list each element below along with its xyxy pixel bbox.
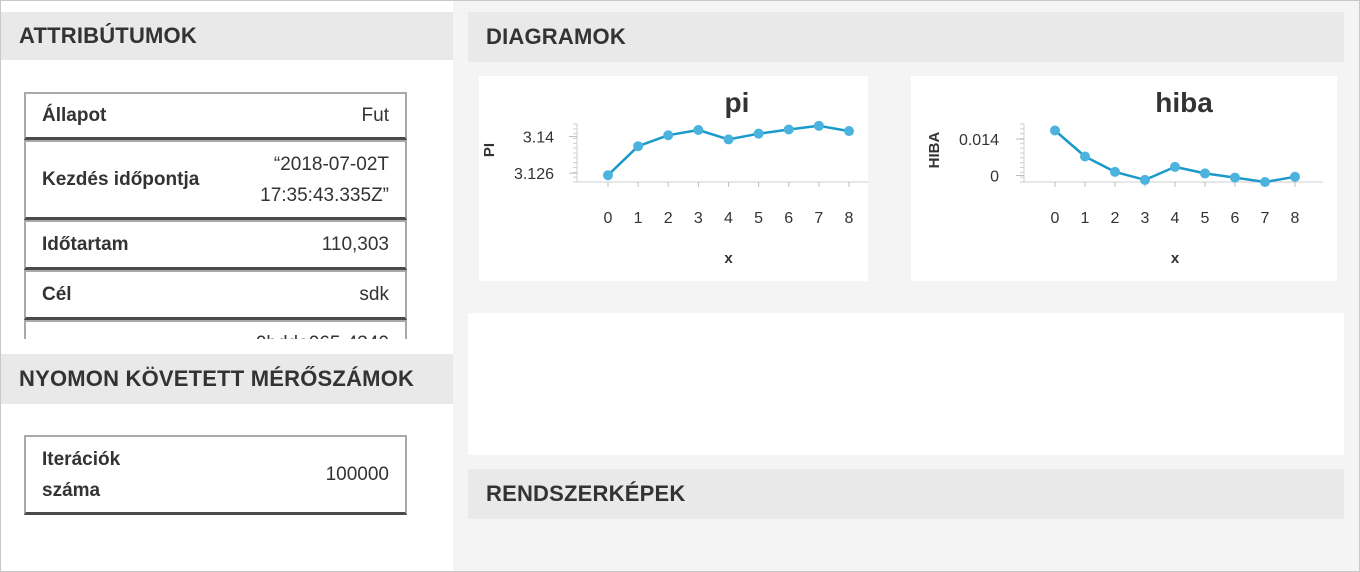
data-point — [1140, 174, 1150, 185]
attribute-value-line: “2018-07-02T — [273, 153, 389, 175]
attribute-key: Állapot — [42, 104, 107, 126]
attribute-value: Fut — [361, 105, 389, 126]
x-tick-label: 4 — [1171, 210, 1180, 227]
data-point — [1050, 125, 1060, 136]
metric-value: 100000 — [325, 464, 389, 485]
data-point — [663, 130, 674, 141]
data-point — [1080, 151, 1090, 162]
x-axis-title: x — [1171, 250, 1180, 267]
y-axis-title: HIBA — [926, 132, 943, 169]
x-tick-label: 5 — [754, 210, 763, 227]
x-tick-label: 6 — [784, 210, 793, 227]
data-point — [1170, 161, 1180, 172]
metric-row-iterations: Iterációk száma 100000 — [24, 435, 407, 515]
data-point — [753, 128, 764, 139]
metric-key: Iterációk száma — [42, 444, 120, 506]
attribute-key: Cél — [42, 283, 72, 305]
right-column: DIAGRAMOK pi 3.126 3.14 PI 0 1 2 3 4 5 6 7 8 x hiba 0 0… — [453, 1, 1359, 571]
attribute-row-duration: Időtartam 110,303 — [24, 220, 407, 270]
chart-pi: pi 3.126 3.14 PI 0 1 2 3 4 5 6 7 8 x — [481, 87, 868, 267]
attribute-key: Időtartam — [42, 233, 129, 255]
data-point — [1260, 177, 1270, 187]
chart-hiba: hiba 0 0.014 HIBA 0 1 2 3 4 5 6 7 8 x — [926, 87, 1323, 267]
attributes-title: ATTRIBÚTUMOK — [19, 23, 197, 48]
data-point — [783, 124, 794, 135]
chart-title: hiba — [1155, 87, 1213, 118]
series-line — [1054, 129, 1296, 184]
x-tick-label: 4 — [724, 210, 733, 227]
attribute-row-status: Állapot Fut — [24, 92, 407, 140]
x-tick-label: 2 — [1111, 210, 1120, 227]
diagrams-header: DIAGRAMOK — [468, 12, 1344, 62]
x-tick-label: 6 — [1231, 210, 1240, 227]
diagrams-title: DIAGRAMOK — [486, 24, 626, 49]
data-point — [723, 134, 734, 145]
empty-panel — [468, 313, 1344, 455]
x-tick-label: 3 — [694, 210, 703, 227]
x-tick-label: 5 — [1201, 210, 1210, 227]
images-header: RENDSZERKÉPEK — [468, 469, 1344, 519]
attribute-value-line: 17:35:43.335Z” — [260, 184, 389, 206]
metrics-header: NYOMON KÖVETETT MÉRŐSZÁMOK — [1, 354, 453, 404]
x-tick-label: 8 — [1291, 210, 1300, 227]
y-tick-label: 3.126 — [514, 166, 554, 183]
attribute-value: 110,303 — [321, 234, 389, 255]
attribute-value: sdk — [359, 284, 389, 305]
data-point — [693, 125, 704, 136]
x-tick-label: 1 — [634, 210, 643, 227]
attributes-header: ATTRIBÚTUMOK — [1, 12, 453, 60]
chart-pi-card[interactable]: pi 3.126 3.14 PI 0 1 2 3 4 5 6 7 8 x — [479, 76, 868, 281]
x-tick-label: 8 — [845, 210, 854, 227]
data-point — [1290, 171, 1300, 182]
chart-hiba-card[interactable]: hiba 0 0.014 HIBA 0 1 2 3 4 5 6 7 8 x — [911, 76, 1337, 281]
attribute-key: Kezdés időpontja — [42, 168, 200, 190]
y-tick-label: 3.14 — [523, 130, 554, 147]
attribute-value: 0bdde065-4340 — [256, 328, 389, 339]
data-point — [1200, 168, 1210, 179]
x-tick-label: 0 — [1051, 210, 1060, 227]
data-point — [633, 141, 644, 152]
y-tick-label: 0 — [990, 168, 999, 185]
series-line — [607, 124, 850, 177]
metric-key-line: Iterációk — [42, 448, 121, 470]
x-tick-label: 1 — [1081, 210, 1090, 227]
metrics-title: NYOMON KÖVETETT MÉRŐSZÁMOK — [19, 366, 415, 391]
data-point — [603, 170, 613, 181]
data-point — [813, 120, 824, 131]
x-tick-label: 2 — [664, 210, 673, 227]
left-column: ATTRIBÚTUMOK Állapot Fut Kezdés időpontj… — [1, 1, 453, 571]
data-point — [1110, 166, 1120, 177]
metric-key-line: száma — [42, 479, 101, 501]
x-tick-label: 7 — [814, 210, 823, 227]
images-title: RENDSZERKÉPEK — [486, 481, 686, 506]
y-axis-title: PI — [481, 143, 498, 157]
x-tick-label: 0 — [604, 210, 613, 227]
chart-title: pi — [725, 87, 750, 118]
x-tick-label: 7 — [1261, 210, 1270, 227]
attribute-value: “2018-07-02T 17:35:43.335Z” — [260, 149, 389, 211]
data-point — [1230, 172, 1240, 183]
x-axis-title: x — [724, 250, 733, 267]
y-tick-label: 0.014 — [959, 132, 999, 149]
attribute-row-start-time: Kezdés időpontja “2018-07-02T 17:35:43.3… — [24, 140, 407, 220]
attributes-list[interactable]: Állapot Fut Kezdés időpontja “2018-07-02… — [24, 92, 407, 339]
attribute-row-id: 0bdde065-4340 — [24, 320, 407, 339]
attribute-row-target: Cél sdk — [24, 270, 407, 320]
x-tick-label: 3 — [1141, 210, 1150, 227]
data-point — [844, 126, 854, 137]
